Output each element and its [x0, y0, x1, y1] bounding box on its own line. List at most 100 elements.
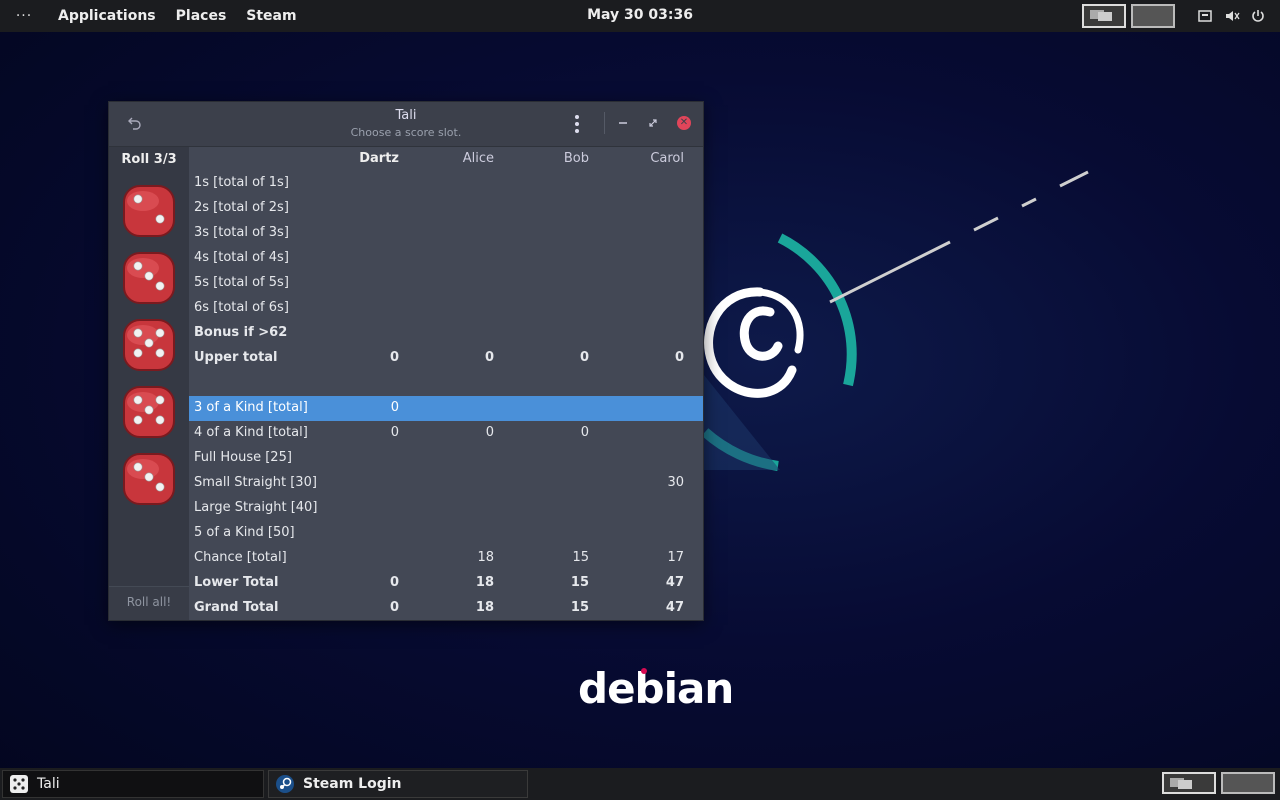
- taskbar-label-steam-login: Steam Login: [303, 776, 402, 792]
- steam-icon: [276, 775, 294, 793]
- titlebar-separator: [604, 112, 605, 134]
- die-pip: [133, 261, 143, 271]
- die-3-icon[interactable]: [121, 317, 177, 373]
- score-cell: 18: [475, 600, 494, 615]
- taskbar-label-tali: Tali: [37, 776, 60, 792]
- score-cell: 0: [485, 425, 494, 440]
- debian-logo-text: debian: [578, 664, 734, 713]
- score-row-label: 2s [total of 2s]: [194, 200, 289, 215]
- score-cell: 0: [390, 400, 399, 415]
- die-5-icon[interactable]: [121, 451, 177, 507]
- score-row[interactable]: Chance [total] 18 15 17: [189, 546, 703, 571]
- bottom-workspace-2[interactable]: [1221, 772, 1275, 794]
- score-row-label: Small Straight [30]: [194, 475, 317, 490]
- score-table: Dartz Alice Bob Carol 1s [total of 1s] 2s [t…: [189, 147, 703, 620]
- score-cell: 0: [389, 600, 399, 615]
- die-pip: [133, 194, 143, 204]
- player-header-dartz: Dartz: [359, 151, 399, 166]
- score-row-label: Upper total: [194, 350, 278, 365]
- score-row[interactable]: Full House [25]: [189, 446, 703, 471]
- score-row-label: 5 of a Kind [50]: [194, 525, 295, 540]
- player-header-alice: Alice: [462, 151, 494, 166]
- menu-kebab-icon[interactable]: [573, 114, 581, 138]
- score-cell: 18: [477, 550, 494, 565]
- taskbar-item-tali[interactable]: Tali: [2, 770, 264, 798]
- score-row[interactable]: Small Straight [30] 30: [189, 471, 703, 496]
- die-pip: [133, 415, 143, 425]
- score-row[interactable]: Upper total 0 0 0 0: [189, 346, 703, 371]
- score-cell: 47: [665, 600, 684, 615]
- score-row-label: Lower Total: [194, 575, 279, 590]
- score-row[interactable]: 5s [total of 5s]: [189, 271, 703, 296]
- score-cell: 0: [389, 350, 399, 365]
- die-1-icon[interactable]: [121, 183, 177, 239]
- score-row[interactable]: 6s [total of 6s]: [189, 296, 703, 321]
- score-cell: 0: [579, 350, 589, 365]
- die-pip: [155, 348, 165, 358]
- score-row-label: 3 of a Kind [total]: [194, 400, 308, 415]
- score-cell: 0: [390, 425, 399, 440]
- maximize-icon[interactable]: [647, 114, 659, 134]
- roll-all-button[interactable]: Roll all!: [109, 586, 189, 620]
- score-row[interactable]: 3 of a Kind [total] 0: [189, 396, 703, 421]
- die-pip: [144, 338, 154, 348]
- tali-window: Tali Choose a score slot. ✕ Roll 3/3 Rol…: [108, 101, 704, 621]
- score-row[interactable]: 4s [total of 4s]: [189, 246, 703, 271]
- roll-counter: Roll 3/3: [121, 152, 177, 167]
- score-row-label: 3s [total of 3s]: [194, 225, 289, 240]
- die-pip: [155, 328, 165, 338]
- score-row[interactable]: Lower Total 0 18 15 47: [189, 571, 703, 596]
- close-icon[interactable]: ✕: [677, 116, 691, 130]
- die-pip: [144, 472, 154, 482]
- score-cell: 15: [572, 550, 589, 565]
- score-row-label: 5s [total of 5s]: [194, 275, 289, 290]
- window-subtitle: Choose a score slot.: [350, 126, 462, 139]
- score-row[interactable]: 1s [total of 1s]: [189, 171, 703, 196]
- player-header-carol: Carol: [650, 151, 684, 166]
- score-row[interactable]: 3s [total of 3s]: [189, 221, 703, 246]
- score-cell: 30: [667, 475, 684, 490]
- title-bar[interactable]: Tali Choose a score slot. ✕: [109, 102, 703, 147]
- score-row-label: 4s [total of 4s]: [194, 250, 289, 265]
- die-2-icon[interactable]: [121, 250, 177, 306]
- score-row[interactable]: Large Straight [40]: [189, 496, 703, 521]
- die-pip: [133, 328, 143, 338]
- score-cell: 18: [475, 575, 494, 590]
- score-row[interactable]: 2s [total of 2s]: [189, 196, 703, 221]
- score-row-label: 6s [total of 6s]: [194, 300, 289, 315]
- score-cell: 15: [570, 600, 589, 615]
- score-row[interactable]: 4 of a Kind [total] 0 0 0: [189, 421, 703, 446]
- dice-sidebar: Roll 3/3 Roll all!: [109, 147, 189, 620]
- die-pip: [155, 281, 165, 291]
- die-pip: [133, 395, 143, 405]
- score-row[interactable]: 5 of a Kind [50]: [189, 521, 703, 546]
- score-row[interactable]: Bonus if >62: [189, 321, 703, 346]
- die-pip: [144, 405, 154, 415]
- score-row-label: Large Straight [40]: [194, 500, 318, 515]
- score-row-label: Chance [total]: [194, 550, 287, 565]
- bottom-workspace-1[interactable]: [1162, 772, 1216, 794]
- score-row-label: Grand Total: [194, 600, 279, 615]
- score-cell: 0: [674, 350, 684, 365]
- debian-logo-dot: [641, 668, 647, 674]
- taskbar-item-steam-login[interactable]: Steam Login: [268, 770, 528, 798]
- die-4-icon[interactable]: [121, 384, 177, 440]
- score-row[interactable]: Grand Total 0 18 15 47: [189, 596, 703, 621]
- dice-icon: [10, 775, 28, 793]
- score-row-label: 4 of a Kind [total]: [194, 425, 308, 440]
- die-pip: [155, 214, 165, 224]
- die-pip: [155, 415, 165, 425]
- score-cell: 0: [580, 425, 589, 440]
- die-pip: [133, 462, 143, 472]
- score-cell: 0: [484, 350, 494, 365]
- score-cell: 15: [570, 575, 589, 590]
- score-row-label: 1s [total of 1s]: [194, 175, 289, 190]
- die-pip: [155, 395, 165, 405]
- score-row-label: Bonus if >62: [194, 325, 288, 340]
- player-header-bob: Bob: [563, 151, 589, 166]
- score-cell: 17: [667, 550, 684, 565]
- score-row: [189, 371, 703, 396]
- die-pip: [155, 482, 165, 492]
- score-row-label: Full House [25]: [194, 450, 292, 465]
- minimize-icon[interactable]: [617, 112, 629, 136]
